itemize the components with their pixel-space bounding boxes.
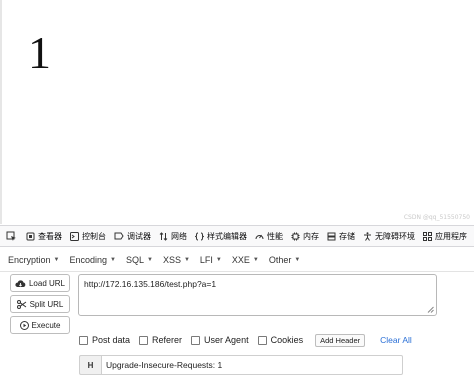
tab-accessibility[interactable]: 无障碍环境 (359, 226, 419, 246)
menu-encoding[interactable]: Encoding ▼ (69, 255, 115, 265)
header-row: H Upgrade-Insecure-Requests: 1 (79, 355, 403, 375)
user-agent-option[interactable]: User Agent (191, 335, 249, 345)
tab-performance[interactable]: 性能 (251, 226, 287, 246)
element-picker-icon (6, 231, 16, 241)
chevron-down-icon: ▼ (110, 257, 116, 263)
menu-lfi-label: LFI (199, 255, 213, 265)
application-icon (423, 231, 432, 241)
viewport-border (0, 0, 2, 224)
menu-other-label: Other (268, 255, 292, 265)
chevron-down-icon: ▼ (215, 257, 222, 263)
referer-option[interactable]: Referer (139, 335, 182, 345)
chevron-down-icon: ▼ (183, 257, 190, 263)
execute-button[interactable]: Execute (10, 316, 70, 334)
tab-network-label: 网络 (171, 231, 187, 241)
menu-xxe[interactable]: XXE ▼ (232, 255, 259, 265)
menu-sql-label: SQL (125, 255, 144, 265)
tab-memory-label: 内存 (303, 231, 319, 241)
menu-sql[interactable]: SQL ▼ (126, 255, 153, 265)
user-agent-label: User Agent (204, 335, 249, 345)
chevron-down-icon: ▼ (53, 257, 60, 263)
tab-performance-label: 性能 (267, 231, 283, 241)
storage-icon (327, 232, 336, 240)
tab-application-label: 应用程序 (435, 231, 467, 241)
menu-other[interactable]: Other ▼ (269, 255, 300, 265)
post-data-option[interactable]: Post data (79, 335, 130, 345)
cookies-label: Cookies (270, 335, 304, 345)
header-input[interactable]: Upgrade-Insecure-Requests: 1 (101, 355, 403, 375)
watermark: CSDN @qq_51550750 (403, 214, 470, 221)
tab-debugger-label: 调试器 (127, 231, 151, 241)
chevron-down-icon: ▼ (146, 257, 153, 263)
resize-grip-icon[interactable] (427, 306, 434, 313)
memory-icon (291, 232, 300, 240)
tab-application[interactable]: 应用程序 (419, 226, 471, 246)
tab-storage[interactable]: 存储 (323, 226, 359, 246)
split-url-label: Split URL (29, 299, 64, 309)
load-url-button[interactable]: Load URL (10, 274, 70, 292)
tab-style-editor-label: 样式编辑器 (207, 231, 247, 241)
cloud-download-icon (15, 279, 26, 287)
load-url-label: Load URL (28, 278, 66, 288)
menu-lfi[interactable]: LFI ▼ (200, 255, 222, 265)
options-row: Post data Referer User Agent Cookies Add… (79, 333, 412, 347)
cookies-option[interactable]: Cookies (257, 335, 304, 345)
clear-all-link[interactable]: Clear All (380, 335, 412, 345)
split-url-button[interactable]: Split URL (10, 295, 70, 313)
element-picker-button[interactable] (0, 226, 22, 246)
header-value: Upgrade-Insecure-Requests: 1 (106, 360, 223, 370)
menu-encoding-label: Encoding (69, 255, 108, 265)
tab-inspector-label: 查看器 (38, 231, 62, 241)
page-output-text: 1 (28, 27, 51, 78)
tab-memory[interactable]: 内存 (287, 226, 323, 246)
tab-inspector[interactable]: 查看器 (22, 226, 66, 246)
chevron-down-icon: ▼ (294, 257, 301, 263)
add-header-button[interactable]: Add Header (315, 333, 366, 347)
user-agent-checkbox[interactable] (191, 335, 201, 345)
devtools-tab-bar: 查看器 控制台 调试器 网络 样式编辑器 性能 内存 存储 无障碍环境 应用程序 (0, 225, 474, 247)
menu-encryption-label: Encryption (8, 255, 51, 265)
tab-accessibility-label: 无障碍环境 (375, 231, 415, 241)
tab-storage-label: 存储 (339, 231, 355, 241)
debugger-icon (114, 232, 124, 240)
cookies-checkbox[interactable] (257, 335, 267, 345)
menu-xxe-label: XXE (231, 255, 250, 265)
url-textarea[interactable]: http://172.16.135.186/test.php?a=1 (78, 274, 437, 316)
menu-xss-label: XSS (162, 255, 181, 265)
console-icon (70, 231, 79, 241)
tab-network[interactable]: 网络 (155, 226, 191, 246)
referer-checkbox[interactable] (139, 335, 149, 345)
network-icon (159, 231, 168, 241)
tab-debugger[interactable]: 调试器 (110, 226, 155, 246)
execute-label: Execute (31, 320, 61, 330)
referer-label: Referer (152, 335, 183, 345)
tab-console-label: 控制台 (82, 231, 106, 241)
hackbar-panel: Encryption ▼ Encoding ▼ SQL ▼ XSS ▼ LFI ▼ XXE… (0, 247, 474, 382)
hackbar-menu: Encryption ▼ Encoding ▼ SQL ▼ XSS ▼ LFI ▼ XXE… (8, 251, 310, 269)
menu-encryption[interactable]: Encryption ▼ (8, 255, 59, 265)
tab-console[interactable]: 控制台 (66, 226, 110, 246)
play-icon (19, 320, 29, 330)
menu-xss[interactable]: XSS ▼ (163, 255, 190, 265)
url-value: http://172.16.135.186/test.php?a=1 (84, 279, 217, 289)
style-editor-icon (195, 232, 204, 240)
accessibility-icon (364, 231, 371, 241)
inspector-icon (26, 232, 35, 240)
header-badge: H (79, 355, 101, 375)
menu-divider (0, 271, 474, 272)
scissors-icon (16, 299, 26, 309)
chevron-down-icon: ▼ (252, 257, 259, 263)
post-data-checkbox[interactable] (79, 335, 88, 345)
tab-style-editor[interactable]: 样式编辑器 (191, 226, 251, 246)
performance-icon (255, 234, 264, 239)
post-data-label: Post data (92, 335, 131, 345)
